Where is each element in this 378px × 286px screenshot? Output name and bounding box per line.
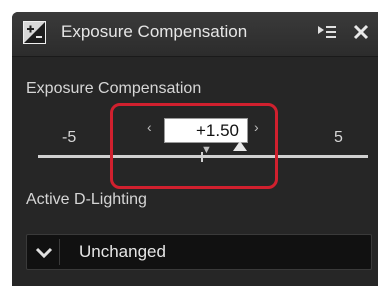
- slider-min-label: -5: [62, 129, 77, 146]
- panel-title: Exposure Compensation: [61, 22, 248, 41]
- increment-arrow-icon[interactable]: ›: [254, 119, 259, 135]
- decrement-arrow-icon[interactable]: ‹: [147, 119, 152, 135]
- exposure-slider-thumb[interactable]: [233, 141, 248, 151]
- exposure-value-field[interactable]: +1.50: [164, 118, 248, 143]
- panel-menu-icon[interactable]: [317, 22, 337, 42]
- exposure-compensation-label: Exposure Compensation: [26, 80, 202, 97]
- active-d-lighting-dropdown[interactable]: Unchanged: [26, 234, 372, 270]
- dropdown-selected-value: Unchanged: [79, 242, 166, 261]
- close-icon[interactable]: [352, 22, 370, 42]
- slider-max-label: 5: [334, 129, 343, 146]
- highlight-annotation: [110, 103, 278, 189]
- exposure-compensation-panel: Exposure Compensation Exposure Compensat…: [12, 12, 378, 286]
- slider-center-tick: [201, 152, 203, 162]
- chevron-down-icon[interactable]: [34, 244, 54, 262]
- active-d-lighting-label: Active D-Lighting: [26, 191, 147, 208]
- dropdown-divider: [59, 239, 60, 265]
- exposure-slider-track[interactable]: [38, 155, 368, 158]
- panel-titlebar: Exposure Compensation: [12, 12, 378, 57]
- exposure-plus-minus-icon: [23, 21, 46, 44]
